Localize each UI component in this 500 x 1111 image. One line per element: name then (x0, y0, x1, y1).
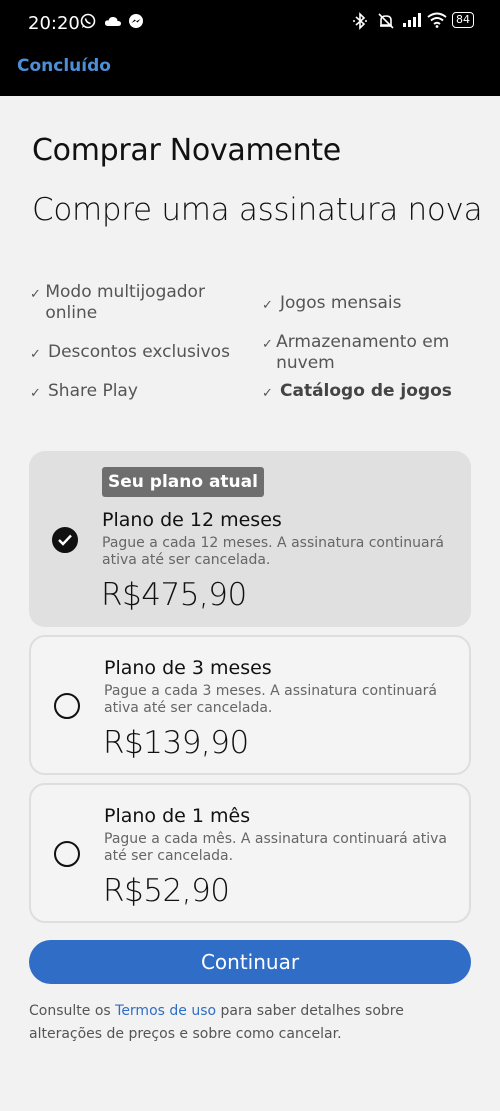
feature-item: ✓ Modo multijogador online (30, 282, 230, 324)
page-title: Comprar Novamente (32, 133, 341, 168)
plan-card-3-months[interactable]: Plano de 3 meses Pague a cada 3 meses. A… (29, 635, 471, 775)
feature-label: Armazenamento em nuvem (276, 332, 450, 373)
plan-name: Plano de 1 mês (104, 805, 251, 827)
messenger-icon (128, 13, 144, 29)
battery-indicator: 84 (452, 12, 474, 28)
radio-unselected-icon[interactable] (54, 693, 80, 719)
check-icon: ✓ (30, 287, 41, 302)
plan-name: Plano de 3 meses (104, 657, 272, 679)
footer-note: Consulte os Termos de uso para saber det… (29, 1000, 471, 1046)
check-icon: ✓ (262, 337, 273, 352)
plan-price: R$139,90 (103, 725, 249, 761)
feature-item: ✓ Armazenamento em nuvem (262, 332, 462, 374)
check-icon: ✓ (262, 386, 273, 401)
radio-selected-icon[interactable] (52, 527, 78, 553)
status-bar: 20:20 84 (0, 0, 500, 46)
signal-icon (402, 12, 421, 28)
plan-description: Pague a cada 12 meses. A assinatura cont… (102, 535, 444, 568)
check-icon: ✓ (30, 347, 41, 362)
done-button[interactable]: Concluído (17, 56, 111, 76)
feature-label: Share Play (48, 381, 138, 401)
cloud-icon (104, 13, 121, 29)
page-subtitle: Compre uma assinatura nova (32, 192, 483, 228)
feature-item: ✓ Jogos mensais (262, 293, 470, 316)
plan-price: R$475,90 (101, 577, 247, 613)
feature-label: Catálogo de jogos (280, 381, 452, 401)
terms-of-use-link[interactable]: Termos de uso (115, 1003, 216, 1019)
current-plan-badge: Seu plano atual (102, 467, 264, 497)
plan-description: Pague a cada 3 meses. A assinatura conti… (104, 683, 438, 716)
feature-label: Descontos exclusivos (48, 342, 230, 362)
feature-label: Jogos mensais (280, 293, 402, 313)
plan-description: Pague a cada mês. A assinatura continuar… (104, 831, 448, 864)
status-time: 20:20 (28, 13, 80, 34)
feature-label: Modo multijogador online (45, 282, 205, 323)
mute-icon (377, 12, 394, 29)
plan-card-1-month[interactable]: Plano de 1 mês Pague a cada mês. A assin… (29, 783, 471, 923)
plan-price: R$52,90 (103, 873, 230, 909)
check-icon: ✓ (262, 298, 273, 313)
footer-prefix: Consulte os (29, 1003, 116, 1019)
whatsapp-icon (80, 13, 96, 29)
radio-unselected-icon[interactable] (54, 841, 80, 867)
feature-item: ✓ Share Play (30, 381, 250, 404)
feature-item: ✓ Descontos exclusivos (30, 342, 250, 365)
plan-card-12-months[interactable]: Seu plano atual Plano de 12 meses Pague … (29, 451, 471, 627)
wifi-icon (427, 12, 447, 28)
continue-button[interactable]: Continuar (29, 940, 471, 984)
plan-name: Plano de 12 meses (102, 509, 282, 531)
check-icon: ✓ (30, 386, 41, 401)
bluetooth-icon (352, 12, 368, 30)
top-bar: 20:20 84 Concluído (0, 0, 500, 96)
feature-item: ✓ Catálogo de jogos (262, 381, 470, 404)
